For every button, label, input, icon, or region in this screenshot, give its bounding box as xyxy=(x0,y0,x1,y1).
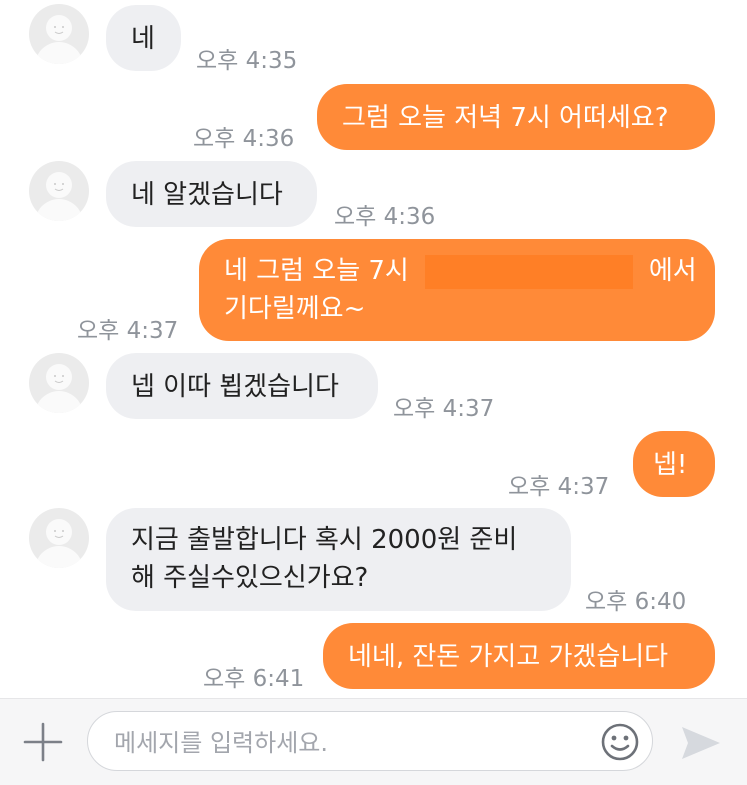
avatar[interactable] xyxy=(29,4,89,64)
message-bubble-incoming[interactable]: 네 알겠습니다 xyxy=(106,161,317,227)
message-text: 넵 이따 뵙겠습니다 xyxy=(131,372,339,402)
message-timestamp: 오후 4:35 xyxy=(196,48,298,74)
message-timestamp: 오후 4:36 xyxy=(193,126,295,152)
message-timestamp: 오후 4:37 xyxy=(393,396,495,422)
default-avatar-icon xyxy=(35,519,83,568)
avatar[interactable] xyxy=(29,353,89,413)
message-composer xyxy=(0,698,747,785)
message-text: 지금 출발합니다 혹시 2000원 준비 xyxy=(131,525,518,555)
message-text: 해 주실수있으신가요? xyxy=(131,563,369,593)
message-timestamp: 오후 6:40 xyxy=(585,589,687,615)
message-timestamp: 오후 6:41 xyxy=(203,666,305,692)
message-text: 네 알겠습니다 xyxy=(131,180,283,210)
default-avatar-icon xyxy=(35,172,83,221)
message-bubble-outgoing[interactable]: 네네, 잔돈 가지고 가겠습니다 xyxy=(323,623,715,689)
message-text: 네네, 잔돈 가지고 가겠습니다 xyxy=(348,642,669,672)
default-avatar-icon xyxy=(35,364,83,413)
message-text: 네 xyxy=(131,24,155,54)
message-bubble-incoming[interactable]: 네 xyxy=(106,5,181,71)
message-timestamp: 오후 4:36 xyxy=(334,204,436,230)
message-input-box[interactable] xyxy=(87,711,653,771)
message-timestamp: 오후 4:37 xyxy=(77,318,179,344)
plus-icon xyxy=(23,722,63,762)
message-text: 에서 xyxy=(648,256,697,286)
message-input[interactable] xyxy=(112,724,586,762)
message-text: 네 그럼 오늘 7시 xyxy=(224,256,409,286)
redacted-block xyxy=(424,254,633,289)
avatar[interactable] xyxy=(29,508,89,568)
default-avatar-icon xyxy=(35,15,83,64)
message-text: 그럼 오늘 저녁 7시 어떠세요? xyxy=(342,103,669,133)
message-timestamp: 오후 4:37 xyxy=(508,474,610,500)
send-button[interactable] xyxy=(679,723,723,763)
message-line: 네 그럼 오늘 7시 에서 xyxy=(224,252,697,290)
message-text: 기다릴께요~ xyxy=(224,294,366,324)
chat-message-list[interactable]: 네 오후 4:35 그럼 오늘 저녁 7시 어떠세요? 오후 4:36 네 알겠… xyxy=(0,0,747,698)
send-icon xyxy=(682,727,720,759)
message-bubble-outgoing[interactable]: 넵! xyxy=(633,431,715,497)
message-bubble-outgoing[interactable]: 네 그럼 오늘 7시 에서 기다릴께요~ xyxy=(199,239,715,341)
message-bubble-outgoing[interactable]: 그럼 오늘 저녁 7시 어떠세요? xyxy=(317,84,715,150)
smiley-icon xyxy=(601,723,639,761)
emoji-button[interactable] xyxy=(600,722,640,762)
add-attachment-button[interactable] xyxy=(22,721,64,763)
avatar[interactable] xyxy=(29,161,89,221)
message-bubble-incoming[interactable]: 지금 출발합니다 혹시 2000원 준비 해 주실수있으신가요? xyxy=(106,508,571,611)
message-bubble-incoming[interactable]: 넵 이따 뵙겠습니다 xyxy=(106,353,378,419)
message-text: 넵! xyxy=(653,450,688,480)
